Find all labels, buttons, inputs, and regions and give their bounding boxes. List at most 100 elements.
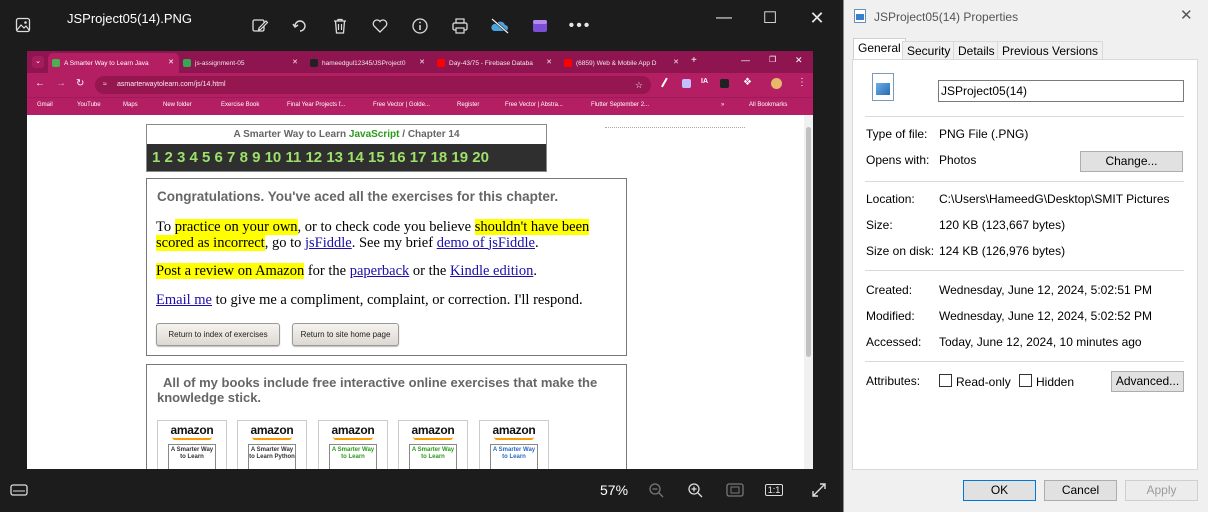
url-text: asmarterwaytolearn.com/js/14.html <box>117 81 226 88</box>
site-info-icon[interactable]: ≈ <box>103 76 107 94</box>
bookmark-item[interactable]: Maps <box>123 102 138 108</box>
size-value: 120 KB (123,667 bytes) <box>939 218 1066 232</box>
size-on-disk-label: Size on disk: <box>866 244 935 258</box>
jsfiddle-link[interactable]: jsFiddle <box>305 235 352 251</box>
photos-viewer-window: JSProject05(14).PNG ••• — ☐ ✕ ⌄ A Smarte… <box>0 0 840 512</box>
bookmark-item[interactable]: Gmail <box>37 102 53 108</box>
book-thumbnail[interactable]: amazon A Smarter Way to Learn <box>479 420 549 469</box>
book-thumbnail[interactable]: amazon A Smarter Way to Learn <box>398 420 468 469</box>
browser-tab[interactable]: hameedgul12345/JSProject0 ✕ <box>306 53 430 73</box>
browser-tab[interactable]: (6859) Web & Mobile App D ✕ <box>560 53 684 73</box>
extension-icon[interactable] <box>720 79 729 88</box>
fullscreen-icon[interactable] <box>808 479 830 501</box>
extension-icon[interactable] <box>682 79 691 88</box>
bookmark-item[interactable]: Register <box>457 102 479 108</box>
browser-tab[interactable]: A Smarter Way to Learn Java ✕ <box>48 53 179 73</box>
url-input[interactable]: ≈ asmarterwaytolearn.com/js/14.html ☆ <box>95 76 651 94</box>
book-cover: A Smarter Way to Learn <box>409 444 457 469</box>
browser-tab[interactable]: Day-43/75 - Firebase Databa ✕ <box>433 53 557 73</box>
tab-close-icon[interactable]: ✕ <box>546 58 552 66</box>
browser-close-icon[interactable]: ✕ <box>795 55 803 66</box>
filmstrip-icon[interactable] <box>8 479 30 501</box>
apply-button[interactable]: Apply <box>1125 480 1198 501</box>
all-bookmarks-folder[interactable]: All Bookmarks <box>749 102 787 108</box>
change-button[interactable]: Change... <box>1080 151 1183 172</box>
hidden-checkbox[interactable] <box>1019 374 1032 387</box>
browser-menu-icon[interactable]: ⋮ <box>797 77 807 88</box>
onedrive-sync-icon[interactable] <box>488 14 512 38</box>
extensions-puzzle-icon[interactable]: ❖ <box>743 77 752 88</box>
avatar[interactable] <box>771 78 782 89</box>
close-icon[interactable]: ✕ <box>797 4 837 32</box>
browser-restore-icon[interactable]: ❐ <box>769 55 776 64</box>
paperback-link[interactable]: paperback <box>350 263 410 279</box>
readonly-checkbox[interactable] <box>939 374 952 387</box>
advanced-button[interactable]: Advanced... <box>1111 371 1184 392</box>
book-thumbnail[interactable]: amazon A Smarter Way to Learn Python <box>237 420 307 469</box>
favorite-icon[interactable] <box>368 14 392 38</box>
location-value: C:\Users\HameedG\Desktop\SMIT Pictures <box>939 192 1170 206</box>
text: for the <box>304 263 350 279</box>
edit-image-icon[interactable] <box>248 14 272 38</box>
filename-input[interactable]: JSProject05(14) <box>938 80 1184 102</box>
bookmark-item[interactable]: New folder <box>163 102 192 108</box>
more-bookmarks-icon[interactable]: » <box>721 102 724 108</box>
browser-tab-bar: ⌄ A Smarter Way to Learn Java ✕ js-assig… <box>27 51 813 73</box>
bookmark-item[interactable]: Flutter September 2... <box>591 102 649 108</box>
tab-label: Day-43/75 - Firebase Databa <box>449 59 533 67</box>
info-icon[interactable] <box>408 14 432 38</box>
rotate-icon[interactable] <box>288 14 312 38</box>
more-icon[interactable]: ••• <box>566 14 594 38</box>
bookmark-item[interactable]: Free Vector | Abstra... <box>505 102 563 108</box>
clipchamp-icon[interactable] <box>528 14 552 38</box>
return-home-button[interactable]: Return to site home page <box>292 323 399 346</box>
chapter-number-links[interactable]: 1 2 3 4 5 6 7 8 9 10 11 12 13 14 15 16 1… <box>147 144 546 171</box>
tab-close-icon[interactable]: ✕ <box>168 58 174 66</box>
fit-to-window-icon[interactable] <box>724 479 746 501</box>
tab-close-icon[interactable]: ✕ <box>419 58 425 66</box>
tab-previous-versions[interactable]: Previous Versions <box>997 41 1104 60</box>
bookmark-item[interactable]: YouTube <box>77 102 101 108</box>
book-thumbnail[interactable]: amazon A Smarter Way to Learn <box>318 420 388 469</box>
tab-search-icon[interactable]: ⌄ <box>32 56 44 68</box>
books-box: All of my books include free interactive… <box>146 364 627 469</box>
email-link[interactable]: Email me <box>156 292 212 308</box>
delete-icon[interactable] <box>328 14 352 38</box>
chapter-prefix: A Smarter Way to Learn <box>233 129 349 140</box>
return-index-button[interactable]: Return to index of exercises <box>156 323 280 346</box>
minimize-icon[interactable]: — <box>704 4 744 32</box>
scrollbar-thumb[interactable] <box>806 127 811 357</box>
pen-extension-icon[interactable] <box>661 77 673 91</box>
browser-tab[interactable]: js-assignment-05 ✕ <box>179 53 303 73</box>
tab-close-icon[interactable]: ✕ <box>673 58 679 66</box>
new-tab-button[interactable]: + <box>691 55 697 66</box>
bookmark-item[interactable]: Exercise Book <box>221 102 259 108</box>
ok-button[interactable]: OK <box>963 480 1036 501</box>
text: . <box>533 263 537 279</box>
tab-general[interactable]: General <box>853 38 906 60</box>
tab-details[interactable]: Details <box>953 41 1000 60</box>
print-icon[interactable] <box>448 14 472 38</box>
tab-security[interactable]: Security <box>902 41 956 60</box>
jsfiddle-demo-link[interactable]: demo of jsFiddle <box>437 235 535 251</box>
book-thumbnail[interactable]: amazon A Smarter Way to Learn <box>157 420 227 469</box>
maximize-icon[interactable]: ☐ <box>750 4 790 32</box>
forward-icon[interactable]: → <box>56 78 66 89</box>
bookmark-item[interactable]: Final Year Projects f... <box>287 102 345 108</box>
back-icon[interactable]: ← <box>35 78 45 89</box>
kindle-link[interactable]: Kindle edition <box>450 263 533 279</box>
ia-extension-icon[interactable]: IA <box>701 78 708 85</box>
reload-icon[interactable]: ↻ <box>76 78 84 89</box>
actual-size-icon[interactable]: 1:1 <box>763 479 785 501</box>
gallery-icon[interactable] <box>8 10 38 40</box>
close-icon[interactable]: ✕ <box>1180 6 1193 24</box>
bookmark-item[interactable]: Free Vector | Golde... <box>373 102 430 108</box>
cancel-button[interactable]: Cancel <box>1044 480 1117 501</box>
browser-minimize-icon[interactable]: — <box>741 55 750 65</box>
amazon-logo: amazon <box>250 423 294 437</box>
zoom-in-icon[interactable] <box>684 479 706 501</box>
page-scrollbar[interactable] <box>804 115 813 469</box>
zoom-out-icon[interactable] <box>645 479 667 501</box>
tab-close-icon[interactable]: ✕ <box>292 58 298 66</box>
bookmark-star-icon[interactable]: ☆ <box>635 76 643 94</box>
